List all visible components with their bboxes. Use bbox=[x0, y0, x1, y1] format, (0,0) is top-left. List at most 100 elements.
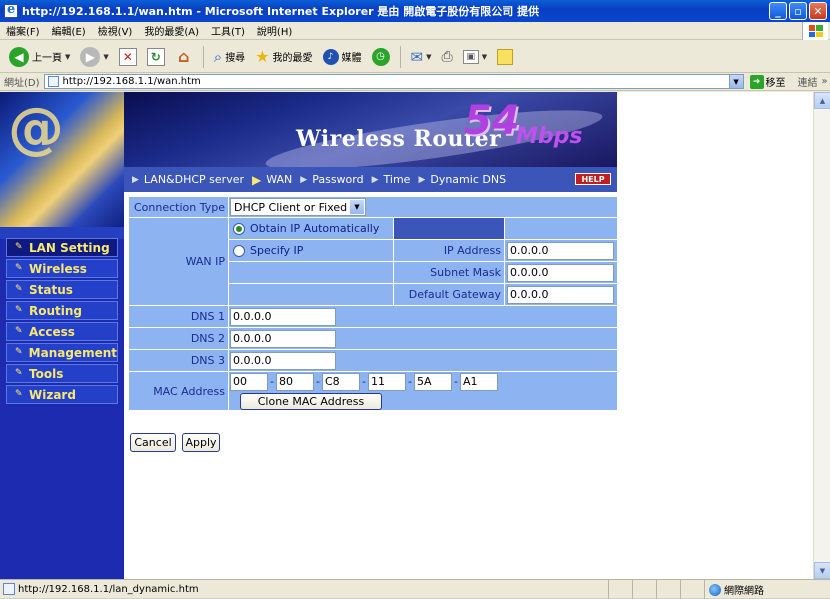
connection-type-value: DHCP Client or Fixed IP bbox=[234, 200, 361, 214]
mac-octet-4[interactable]: 11 bbox=[368, 372, 406, 391]
scroll-up-icon[interactable]: ▲ bbox=[814, 92, 830, 109]
window-title: http://192.168.1.1/wan.htm - Microsoft I… bbox=[22, 5, 540, 18]
obtain-ip-option[interactable]: Obtain IP Automatically bbox=[229, 218, 393, 239]
tab-password[interactable]: ▶ Password bbox=[300, 173, 371, 186]
maximize-button[interactable]: ▫ bbox=[789, 2, 807, 20]
address-dropdown-icon[interactable]: ▼ bbox=[728, 75, 743, 88]
dns3-input[interactable]: 0.0.0.0 bbox=[230, 351, 336, 370]
links-chevron-icon[interactable]: » bbox=[822, 76, 828, 87]
links-button[interactable]: 連結 bbox=[798, 74, 818, 89]
cancel-button[interactable]: Cancel bbox=[130, 433, 176, 452]
menu-help[interactable]: 說明(H) bbox=[251, 23, 298, 38]
status-segment bbox=[632, 580, 656, 599]
sidebar-item-lan-setting[interactable]: ✎ LAN Setting bbox=[6, 238, 118, 257]
tab-label: Password bbox=[312, 173, 364, 186]
dns1-input[interactable]: 0.0.0.0 bbox=[230, 307, 336, 326]
forward-dropdown-icon[interactable]: ▼ bbox=[103, 53, 108, 61]
menu-file[interactable]: 檔案(F) bbox=[0, 23, 46, 38]
sidebar-item-management[interactable]: ✎ Management bbox=[6, 343, 118, 362]
mail-button[interactable]: ✉ ▼ bbox=[408, 46, 435, 68]
mail-dropdown-icon[interactable]: ▼ bbox=[426, 53, 431, 61]
sidebar-item-routing[interactable]: ✎ Routing bbox=[6, 301, 118, 320]
address-input[interactable]: http://192.168.1.1/wan.htm ▼ bbox=[43, 74, 744, 89]
subnet-mask-input[interactable]: 0.0.0.0 bbox=[507, 263, 614, 282]
tab-label: WAN bbox=[266, 173, 293, 186]
mac-octet-2[interactable]: 80 bbox=[276, 372, 314, 391]
minimize-button[interactable]: _ bbox=[769, 2, 787, 20]
subnet-mask-cell: 0.0.0.0 bbox=[505, 262, 617, 283]
default-gateway-label: Default Gateway bbox=[394, 284, 504, 305]
sidebar-item-tools[interactable]: ✎ Tools bbox=[6, 364, 118, 383]
banner-unit: Mbps bbox=[516, 124, 583, 149]
history-button[interactable]: ◷ bbox=[369, 46, 393, 68]
default-gateway-input[interactable]: 0.0.0.0 bbox=[507, 285, 614, 304]
connection-type-select[interactable]: DHCP Client or Fixed IP ▼ bbox=[230, 198, 366, 216]
printer-icon: ⎙ bbox=[441, 48, 453, 65]
tab-lan-dhcp[interactable]: ▶ LAN&DHCP server bbox=[132, 173, 252, 186]
scroll-down-icon[interactable]: ▼ bbox=[814, 562, 830, 579]
page-icon bbox=[47, 76, 59, 87]
back-dropdown-icon[interactable]: ▼ bbox=[65, 53, 70, 61]
stop-button[interactable]: ✕ bbox=[116, 46, 140, 68]
sidebar-item-label: Management bbox=[28, 345, 117, 360]
edit-button[interactable]: ▣ ▼ bbox=[460, 48, 490, 66]
favorites-button[interactable]: ★ 我的最愛 bbox=[252, 45, 315, 68]
help-button[interactable]: HELP bbox=[575, 173, 611, 185]
sidebar-item-wizard[interactable]: ✎ Wizard bbox=[6, 385, 118, 404]
tab-dynamic-dns[interactable]: ▶ Dynamic DNS bbox=[418, 173, 514, 186]
mac-octet-1[interactable]: 00 bbox=[230, 372, 268, 391]
apply-button[interactable]: Apply bbox=[182, 433, 220, 452]
back-button[interactable]: ◀ 上一頁 ▼ bbox=[6, 45, 73, 69]
history-icon: ◷ bbox=[371, 47, 390, 66]
clone-mac-button[interactable]: Clone MAC Address bbox=[240, 392, 382, 410]
mac-octet-3[interactable]: C8 bbox=[322, 372, 360, 391]
gateway-cell: 0.0.0.0 bbox=[505, 284, 617, 305]
globe-icon bbox=[709, 583, 721, 596]
dns2-input[interactable]: 0.0.0.0 bbox=[230, 329, 336, 348]
brand-logo: @ bbox=[0, 92, 124, 227]
windows-logo-icon bbox=[802, 22, 828, 40]
edit-dropdown-icon[interactable]: ▼ bbox=[482, 53, 487, 61]
forward-button[interactable]: ▶ ▼ bbox=[77, 45, 111, 69]
search-button[interactable]: ⌕ 搜尋 bbox=[211, 46, 248, 68]
dns3-label: DNS 3 bbox=[129, 350, 228, 371]
triangle-icon: ▶ bbox=[252, 172, 262, 187]
ip-address-input[interactable]: 0.0.0.0 bbox=[507, 241, 614, 260]
sidebar-item-label: Wireless bbox=[29, 261, 87, 276]
go-button[interactable]: ➜ 移至 bbox=[749, 74, 786, 89]
close-button[interactable]: ✕ bbox=[809, 2, 827, 20]
pencil-icon: ✎ bbox=[15, 242, 23, 252]
sidebar-item-label: LAN Setting bbox=[29, 240, 110, 255]
mac-octet-6[interactable]: A1 bbox=[460, 372, 498, 391]
sidebar-item-wireless[interactable]: ✎ Wireless bbox=[6, 259, 118, 278]
menu-favorites[interactable]: 我的最愛(A) bbox=[138, 23, 205, 38]
refresh-button[interactable]: ↻ bbox=[144, 46, 168, 68]
ie-window: http://192.168.1.1/wan.htm - Microsoft I… bbox=[0, 0, 830, 599]
print-button[interactable]: ⎙ bbox=[439, 47, 456, 67]
address-bar: 網址(D) http://192.168.1.1/wan.htm ▼ ➜ 移至 … bbox=[0, 73, 830, 91]
vertical-scrollbar[interactable]: ▲ ▼ bbox=[813, 92, 830, 579]
obtain-ip-radio[interactable] bbox=[233, 222, 245, 235]
menu-edit[interactable]: 編輯(E) bbox=[46, 23, 92, 38]
specify-ip-option[interactable]: Specify IP bbox=[229, 240, 393, 261]
media-button[interactable]: ♪ 媒體 bbox=[320, 47, 365, 67]
status-segment bbox=[656, 580, 680, 599]
sidebar-item-status[interactable]: ✎ Status bbox=[6, 280, 118, 299]
mac-octet-5[interactable]: 5A bbox=[414, 372, 452, 391]
pencil-icon: ✎ bbox=[15, 284, 23, 294]
mac-separator: - bbox=[408, 375, 412, 388]
menu-view[interactable]: 檢視(V) bbox=[92, 23, 139, 38]
home-button[interactable]: ⌂ bbox=[172, 46, 196, 68]
tab-time[interactable]: ▶ Time bbox=[372, 173, 419, 186]
tab-wan[interactable]: ▶ WAN bbox=[252, 173, 300, 187]
go-arrow-icon: ➜ bbox=[749, 74, 764, 89]
pencil-icon: ✎ bbox=[15, 326, 23, 336]
menu-tools[interactable]: 工具(T) bbox=[205, 23, 251, 38]
specify-ip-radio[interactable] bbox=[233, 244, 245, 257]
media-icon: ♪ bbox=[322, 48, 339, 65]
sidebar-item-access[interactable]: ✎ Access bbox=[6, 322, 118, 341]
dns1-label: DNS 1 bbox=[129, 306, 228, 327]
chevron-down-icon: ▼ bbox=[350, 200, 364, 214]
triangle-icon: ▶ bbox=[300, 174, 308, 185]
messenger-button[interactable] bbox=[494, 47, 516, 67]
